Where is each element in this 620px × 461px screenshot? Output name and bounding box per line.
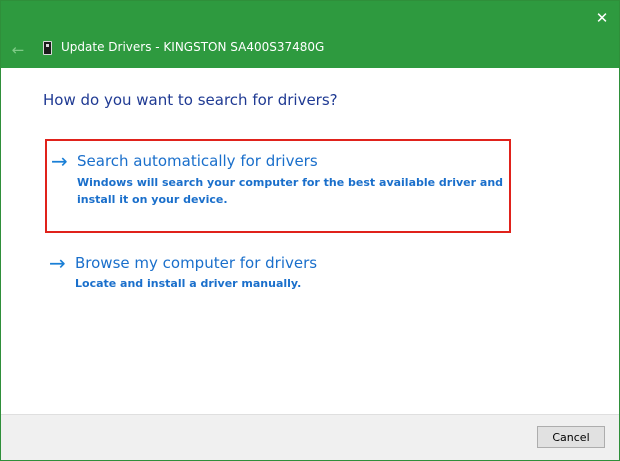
arrow-right-icon: → bbox=[49, 251, 66, 275]
dialog-footer: Cancel bbox=[1, 414, 619, 460]
window-title: Update Drivers - KINGSTON SA400S37480G bbox=[61, 40, 325, 54]
search-automatically-option[interactable]: → Search automatically for drivers Windo… bbox=[45, 139, 511, 233]
close-icon[interactable]: ✕ bbox=[585, 1, 619, 35]
back-arrow-icon[interactable]: ← bbox=[7, 39, 29, 61]
browse-computer-option[interactable]: → Browse my computer for drivers Locate … bbox=[45, 249, 511, 305]
browse-computer-link[interactable]: Browse my computer for drivers bbox=[75, 254, 317, 272]
update-drivers-window: ✕ ← Update Drivers - KINGSTON SA400S3748… bbox=[0, 0, 620, 461]
page-heading: How do you want to search for drivers? bbox=[43, 91, 338, 109]
browse-computer-description: Locate and install a driver manually. bbox=[75, 277, 302, 290]
cancel-button[interactable]: Cancel bbox=[537, 426, 605, 448]
title-bar: ✕ ← Update Drivers - KINGSTON SA400S3748… bbox=[1, 1, 619, 68]
arrow-right-icon: → bbox=[51, 149, 68, 173]
search-automatically-link[interactable]: Search automatically for drivers bbox=[77, 152, 318, 170]
drive-icon bbox=[43, 41, 52, 55]
search-automatically-description: Windows will search your computer for th… bbox=[77, 176, 504, 206]
